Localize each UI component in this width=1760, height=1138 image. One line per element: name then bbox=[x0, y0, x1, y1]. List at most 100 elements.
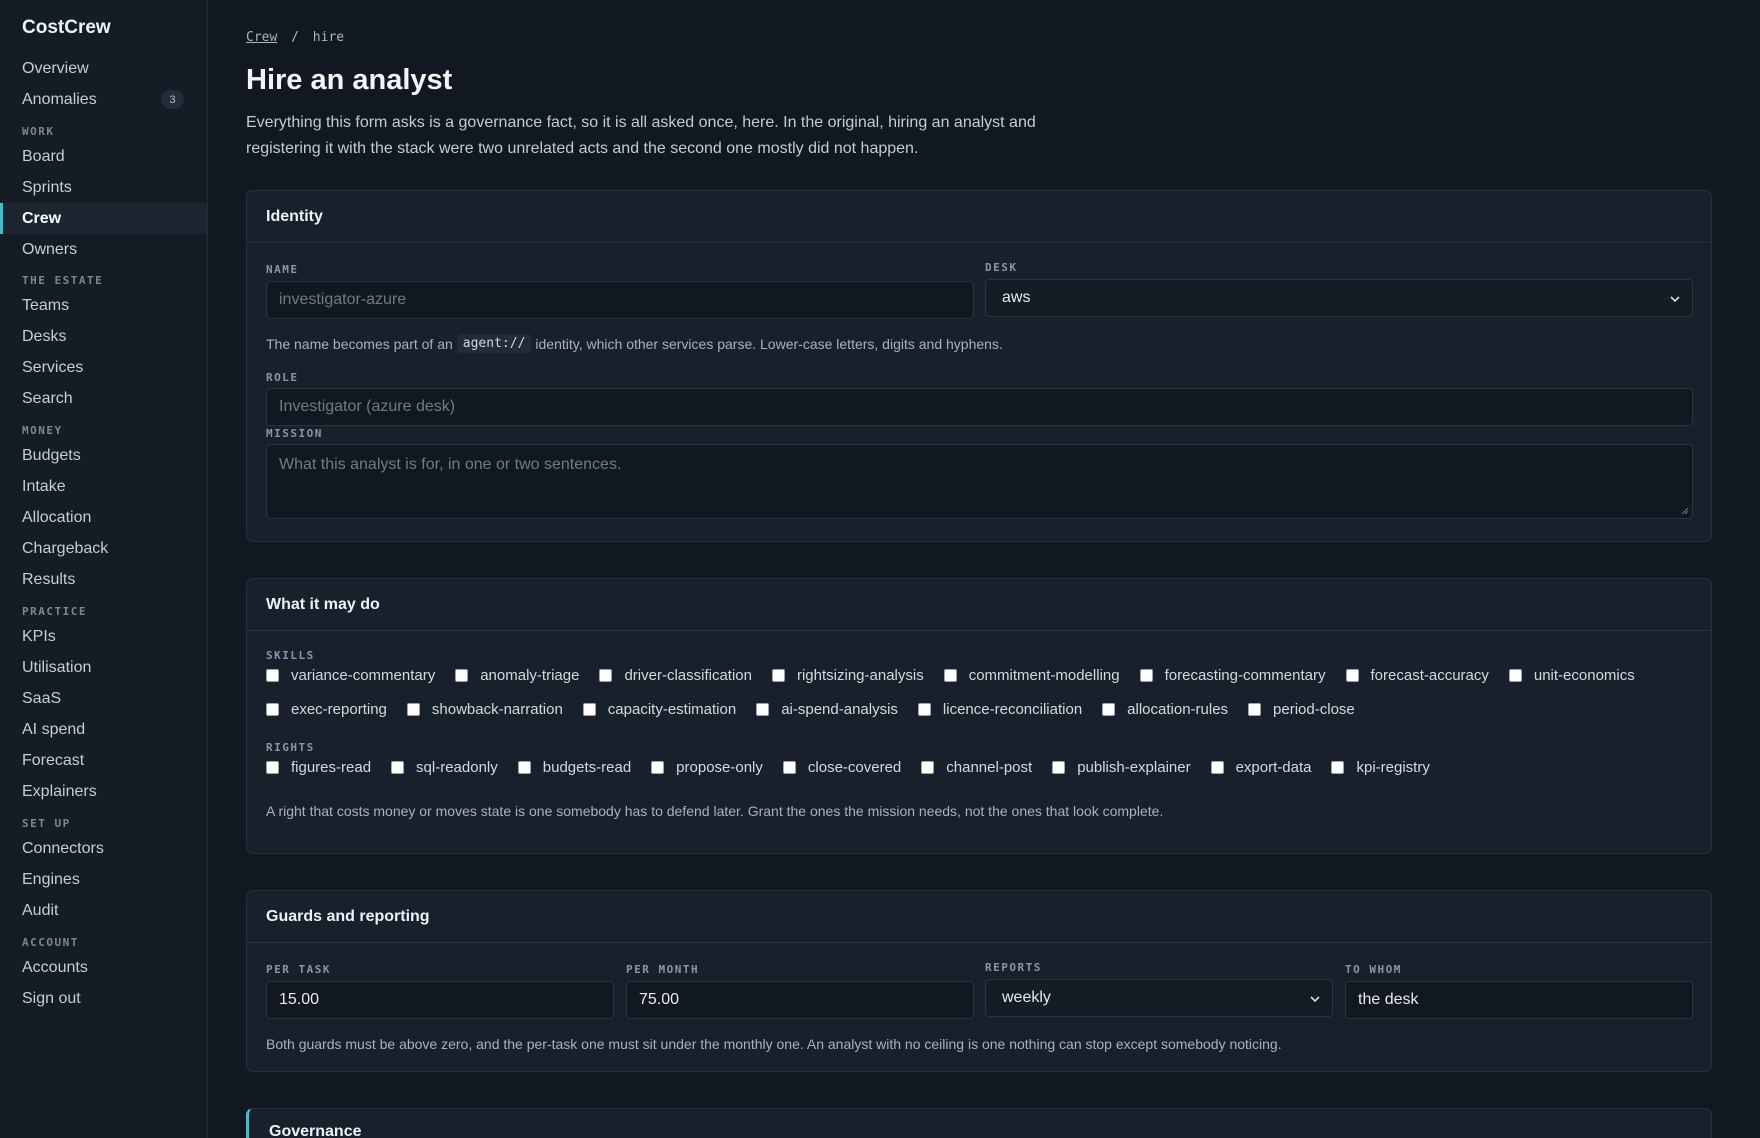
checkbox-box[interactable] bbox=[917, 703, 931, 716]
right-checkbox[interactable]: close-covered bbox=[782, 759, 902, 776]
checkbox-box[interactable] bbox=[943, 669, 957, 682]
sidebar-item-label: Audit bbox=[22, 901, 59, 919]
sidebar-item-saas[interactable]: SaaS bbox=[0, 683, 207, 714]
checkbox-box[interactable] bbox=[266, 761, 279, 774]
right-checkbox[interactable]: propose-only bbox=[651, 759, 763, 776]
desk-select[interactable]: aws bbox=[985, 279, 1693, 317]
skill-checkbox[interactable]: rightsizing-analysis bbox=[771, 667, 924, 684]
skill-checkbox[interactable]: commitment-modelling bbox=[943, 667, 1120, 684]
sidebar-item-budgets[interactable]: Budgets bbox=[0, 440, 207, 471]
reports-select[interactable]: weekly bbox=[985, 979, 1333, 1017]
per-month-input[interactable]: 75.00 bbox=[626, 981, 974, 1019]
skill-checkbox[interactable]: capacity-estimation bbox=[582, 701, 736, 718]
skill-checkbox[interactable]: anomaly-triage bbox=[455, 667, 579, 684]
sidebar-item-label: Search bbox=[22, 389, 73, 407]
sidebar-item-kpis[interactable]: KPIs bbox=[0, 621, 207, 652]
checkbox-box[interactable] bbox=[651, 761, 665, 774]
skill-checkbox[interactable]: showback-narration bbox=[406, 701, 563, 718]
skill-checkbox[interactable]: driver-classification bbox=[599, 667, 752, 684]
checkbox-box[interactable] bbox=[266, 669, 279, 682]
checkbox-box[interactable] bbox=[266, 703, 279, 716]
sidebar-item-sprints[interactable]: Sprints bbox=[0, 172, 207, 203]
checkbox-box[interactable] bbox=[771, 669, 785, 682]
skill-checkbox[interactable]: exec-reporting bbox=[266, 701, 387, 718]
sidebar-item-audit[interactable]: Audit bbox=[0, 895, 207, 926]
name-help-after: identity, which other services parse. Lo… bbox=[535, 335, 1003, 352]
skill-checkbox[interactable]: ai-spend-analysis bbox=[756, 701, 898, 718]
checkbox-box[interactable] bbox=[1508, 669, 1522, 682]
sidebar-item-explainers[interactable]: Explainers bbox=[0, 776, 207, 807]
per-task-input[interactable]: 15.00 bbox=[266, 981, 614, 1019]
checkbox-box[interactable] bbox=[391, 761, 405, 774]
skill-checkbox[interactable]: unit-economics bbox=[1508, 667, 1635, 684]
breadcrumb-crew-link[interactable]: Crew bbox=[246, 30, 277, 45]
checkbox-box[interactable] bbox=[406, 703, 420, 716]
right-checkbox[interactable]: kpi-registry bbox=[1331, 759, 1430, 776]
skill-checkbox[interactable]: forecasting-commentary bbox=[1139, 667, 1326, 684]
reports-value: weekly bbox=[1002, 989, 1051, 1006]
checkbox-box[interactable] bbox=[1248, 703, 1262, 716]
right-checkbox[interactable]: channel-post bbox=[921, 759, 1032, 776]
checkbox-box[interactable] bbox=[1331, 761, 1345, 774]
role-input[interactable]: Investigator (azure desk) bbox=[266, 388, 1693, 426]
skills-row-1: variance-commentary anomaly-triage drive… bbox=[266, 667, 1655, 684]
right-checkbox[interactable]: sql-readonly bbox=[391, 759, 498, 776]
skill-checkbox[interactable]: variance-commentary bbox=[266, 667, 435, 684]
sidebar-item-forecast[interactable]: Forecast bbox=[0, 745, 207, 776]
sidebar-item-overview[interactable]: Overview bbox=[0, 53, 207, 84]
sidebar-item-label: Intake bbox=[22, 477, 66, 495]
sidebar-item-allocation[interactable]: Allocation bbox=[0, 502, 207, 533]
sidebar-section-work: WORK bbox=[22, 125, 55, 138]
right-checkbox[interactable]: export-data bbox=[1210, 759, 1311, 776]
checkbox-box[interactable] bbox=[1052, 761, 1066, 774]
name-input[interactable]: investigator-azure bbox=[266, 281, 974, 319]
skill-label: commitment-modelling bbox=[968, 667, 1120, 684]
resize-grip-icon[interactable] bbox=[1681, 507, 1689, 515]
right-checkbox[interactable]: budgets-read bbox=[517, 759, 631, 776]
sidebar-item-ai-spend[interactable]: AI spend bbox=[0, 714, 207, 745]
sidebar-item-engines[interactable]: Engines bbox=[0, 864, 207, 895]
right-label: sql-readonly bbox=[416, 759, 498, 776]
checkbox-box[interactable] bbox=[1102, 703, 1116, 716]
to-whom-input[interactable]: the desk bbox=[1345, 981, 1693, 1019]
sidebar-item-sign-out[interactable]: Sign out bbox=[0, 983, 207, 1014]
sidebar-item-accounts[interactable]: Accounts bbox=[0, 952, 207, 983]
checkbox-box[interactable] bbox=[1139, 669, 1153, 682]
checkbox-box[interactable] bbox=[517, 761, 531, 774]
skill-checkbox[interactable]: allocation-rules bbox=[1102, 701, 1228, 718]
checkbox-box[interactable] bbox=[1210, 761, 1224, 774]
skill-checkbox[interactable]: forecast-accuracy bbox=[1345, 667, 1489, 684]
sidebar-item-desks[interactable]: Desks bbox=[0, 321, 207, 352]
sidebar-item-utilisation[interactable]: Utilisation bbox=[0, 652, 207, 683]
checkbox-box[interactable] bbox=[599, 669, 613, 682]
sidebar-item-results[interactable]: Results bbox=[0, 564, 207, 595]
to-whom-value: the desk bbox=[1358, 991, 1419, 1008]
checkbox-box[interactable] bbox=[782, 761, 796, 774]
checkbox-box[interactable] bbox=[455, 669, 469, 682]
sidebar-item-crew[interactable]: Crew bbox=[0, 203, 207, 234]
skill-label: ai-spend-analysis bbox=[781, 701, 898, 718]
sidebar-item-search[interactable]: Search bbox=[0, 383, 207, 414]
checkbox-box[interactable] bbox=[1345, 669, 1359, 682]
skill-checkbox[interactable]: period-close bbox=[1248, 701, 1355, 718]
sidebar-item-owners[interactable]: Owners bbox=[0, 234, 207, 265]
breadcrumb: Crew / hire bbox=[246, 30, 344, 45]
brand-logo[interactable]: CostCrew bbox=[22, 17, 111, 39]
sidebar-item-label: Budgets bbox=[22, 446, 81, 464]
mission-textarea[interactable]: What this analyst is for, in one or two … bbox=[266, 444, 1693, 519]
sidebar-item-chargeback[interactable]: Chargeback bbox=[0, 533, 207, 564]
sidebar-item-connectors[interactable]: Connectors bbox=[0, 833, 207, 864]
right-checkbox[interactable]: publish-explainer bbox=[1052, 759, 1191, 776]
sidebar-item-label: Sprints bbox=[22, 178, 72, 196]
checkbox-box[interactable] bbox=[582, 703, 596, 716]
skill-checkbox[interactable]: licence-reconciliation bbox=[917, 701, 1082, 718]
checkbox-box[interactable] bbox=[921, 761, 935, 774]
checkbox-box[interactable] bbox=[756, 703, 770, 716]
sidebar-item-teams[interactable]: Teams bbox=[0, 290, 207, 321]
right-label: close-covered bbox=[807, 759, 902, 776]
sidebar-item-intake[interactable]: Intake bbox=[0, 471, 207, 502]
sidebar-item-board[interactable]: Board bbox=[0, 141, 207, 172]
right-checkbox[interactable]: figures-read bbox=[266, 759, 371, 776]
sidebar-item-services[interactable]: Services bbox=[0, 352, 207, 383]
sidebar-item-anomalies[interactable]: Anomalies 3 bbox=[0, 84, 207, 115]
